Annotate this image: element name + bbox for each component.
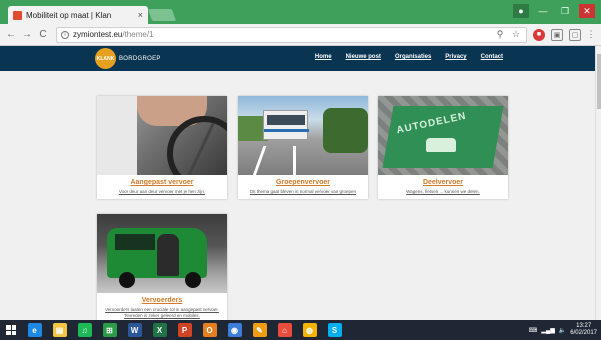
start-button[interactable]: [0, 320, 22, 340]
keyboard-icon[interactable]: ⌨: [529, 327, 538, 334]
card-title-link[interactable]: Aangepast vervoer: [97, 179, 227, 186]
car-icon: [426, 138, 456, 152]
nav-nieuwe-post-link[interactable]: Nieuwe post: [346, 54, 381, 60]
tab-close-icon[interactable]: ×: [138, 10, 143, 20]
windows-logo-icon: [6, 325, 16, 335]
nav-contact-link[interactable]: Contact: [481, 54, 503, 60]
volume-icon[interactable]: 🔈: [559, 327, 566, 334]
taskbar-app-icon[interactable]: e: [22, 320, 47, 340]
taskbar-app-icon[interactable]: W: [122, 320, 147, 340]
page-content: Aangepast vervoer Voor deur aan deur ver…: [0, 71, 595, 320]
browser-titlebar: Mobiliteit op maat | Klan × ● — ❐ ✕: [0, 0, 601, 24]
card-title-link[interactable]: Deelvervoer: [378, 179, 508, 186]
card-title-link[interactable]: Groepenvervoer: [238, 179, 368, 186]
card-description[interactable]: Vervoerders laaten een cruciale rol in a…: [97, 304, 227, 320]
bus-image[interactable]: [238, 96, 368, 175]
network-icon[interactable]: ▂▄▆: [541, 327, 554, 334]
site-info-icon[interactable]: i: [61, 30, 69, 39]
page-scrollbar[interactable]: [595, 46, 601, 320]
logo-mark: KLANK: [95, 48, 116, 69]
wheelchair-image[interactable]: [97, 96, 227, 175]
theme-card-groepenvervoer[interactable]: Groepenvervoer Dit thema gaat bleven in …: [238, 96, 368, 199]
logo-text: BORDGROEP: [119, 55, 161, 62]
scrollbar-thumb[interactable]: [597, 54, 601, 109]
card-title-link[interactable]: Vervoerders: [97, 297, 227, 304]
address-bar[interactable]: i zymiontest.eu/theme/1 ⚲ ☆: [56, 26, 527, 43]
nav-organisaties-link[interactable]: Organisaties: [395, 54, 431, 60]
card-description[interactable]: Dit thema gaat bleven in normal vervoer …: [238, 186, 368, 199]
extension-icon[interactable]: ▣: [551, 28, 563, 41]
theme-card-deelvervoer[interactable]: AUTODELEN Deelvervoer Wagens, fietsen ..…: [378, 96, 508, 199]
nav-home-link[interactable]: Home: [315, 54, 332, 60]
browser-toolbar: ← → C i zymiontest.eu/theme/1 ⚲ ☆ ■ ▣ ▢ …: [0, 24, 601, 46]
card-description[interactable]: Voor deur aan deur vervoer met je hen zi…: [97, 186, 227, 199]
taskbar-app-icon[interactable]: ◍: [297, 320, 322, 340]
minimize-button[interactable]: —: [535, 4, 551, 18]
accessible-van-image[interactable]: [97, 214, 227, 293]
window-controls: ● — ❐ ✕: [513, 4, 595, 18]
taskbar-app-icon[interactable]: X: [147, 320, 172, 340]
browser-menu-icon[interactable]: ⋮: [585, 29, 597, 41]
taskbar-app-icon[interactable]: ✎: [247, 320, 272, 340]
taskbar-app-icon[interactable]: S: [322, 320, 347, 340]
taskbar-app-icon[interactable]: ⊞: [97, 320, 122, 340]
theme-card-aangepast-vervoer[interactable]: Aangepast vervoer Voor deur aan deur ver…: [97, 96, 227, 199]
site-header: KLANK BORDGROEP Home Nieuwe post Organis…: [0, 46, 595, 71]
site-favicon-icon: [13, 10, 22, 20]
taskbar-app-icon[interactable]: P: [172, 320, 197, 340]
url-host: zymiontest.eu: [73, 30, 123, 39]
url-path: /theme/1: [122, 30, 154, 39]
theme-card-vervoerders[interactable]: Vervoerders Vervoerders laaten een cruci…: [97, 214, 227, 320]
taskbar-app-icon[interactable]: ◉: [222, 320, 247, 340]
cast-extension-icon[interactable]: ▢: [569, 28, 581, 41]
maximize-button[interactable]: ❐: [557, 4, 573, 18]
clock-time: 13:27: [576, 323, 592, 329]
browser-tab[interactable]: Mobiliteit op maat | Klan ×: [8, 6, 148, 24]
taskbar-app-icon[interactable]: ♫: [72, 320, 97, 340]
taskbar-app-icon[interactable]: ▤: [47, 320, 72, 340]
close-window-button[interactable]: ✕: [579, 4, 595, 18]
new-tab-button[interactable]: [147, 9, 177, 21]
site-navigation: Home Nieuwe post Organisaties Privacy Co…: [315, 54, 503, 60]
tab-title: Mobiliteit op maat | Klan: [26, 10, 112, 20]
zoom-icon[interactable]: ⚲: [494, 29, 506, 41]
bookmark-star-icon[interactable]: ☆: [510, 29, 522, 41]
autodelen-parking-image[interactable]: AUTODELEN: [378, 96, 508, 175]
taskbar-app-icon[interactable]: O: [197, 320, 222, 340]
system-tray: ⌨ ▂▄▆ 🔈 13:27 6/02/2017: [529, 323, 601, 337]
windows-taskbar: e ▤ ♫ ⊞ W X P O ◉ ✎ ⌂ ◍ S ⌨ ▂▄▆ 🔈 13:27 6/02/2017: [0, 320, 601, 340]
nav-privacy-link[interactable]: Privacy: [445, 54, 466, 60]
user-profile-icon[interactable]: ●: [513, 4, 529, 18]
back-button[interactable]: ←: [4, 29, 18, 40]
forward-button[interactable]: →: [20, 29, 34, 40]
site-logo[interactable]: KLANK BORDGROEP: [95, 48, 161, 69]
adblock-extension-icon[interactable]: ■: [533, 28, 545, 41]
system-clock[interactable]: 13:27 6/02/2017: [570, 323, 597, 337]
taskbar-app-icon[interactable]: ⌂: [272, 320, 297, 340]
clock-date: 6/02/2017: [570, 330, 597, 336]
card-description[interactable]: Wagens, fietsen ... kunnen we delen.: [378, 186, 508, 199]
reload-button[interactable]: C: [36, 29, 50, 40]
